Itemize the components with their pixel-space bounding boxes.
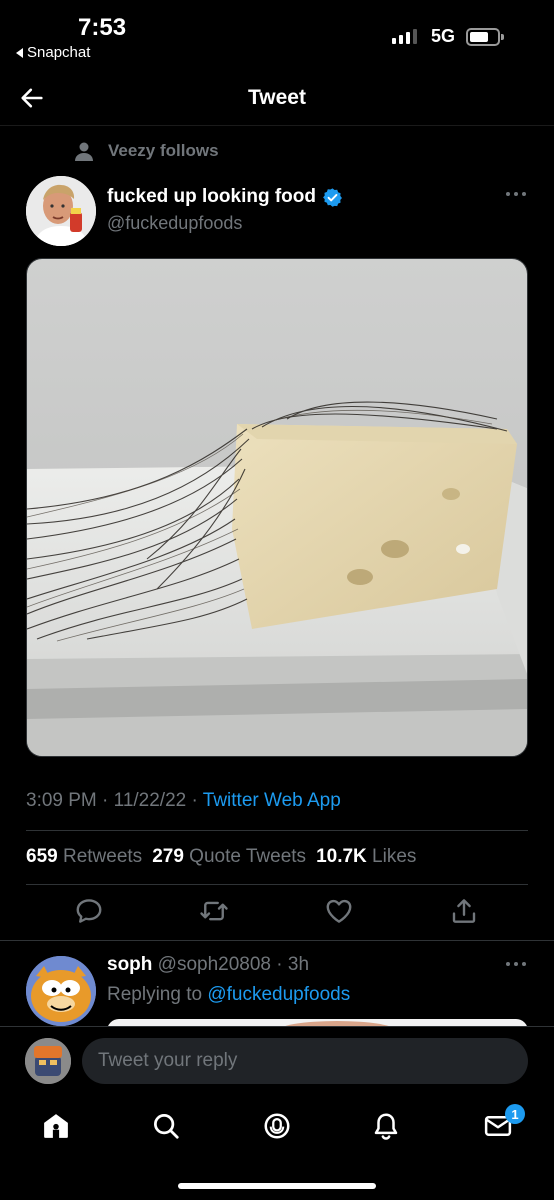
page-title: Tweet [248, 86, 306, 109]
like-heart-icon[interactable] [324, 896, 354, 926]
reply-age: 3h [287, 954, 310, 975]
share-icon[interactable] [449, 896, 479, 926]
retweet-icon[interactable] [199, 896, 229, 926]
retweets-count: 659 [26, 846, 58, 867]
reply-icon[interactable] [74, 896, 104, 926]
replying-to-prefix: Replying to [107, 984, 203, 1005]
chef-avatar-image [26, 176, 96, 246]
replying-to-handle[interactable]: @fuckedupfoods [207, 984, 350, 1005]
tweet-stats: 659 Retweets 279 Quote Tweets 10.7K Like… [26, 846, 416, 868]
quotes-count: 279 [152, 846, 184, 867]
divider [26, 884, 528, 885]
bell-icon [374, 1113, 398, 1140]
hairy-cheese-photo [27, 259, 527, 756]
tweet-date: 11/22/22 [113, 790, 187, 811]
social-context-label: Veezy follows [108, 141, 219, 160]
more-options-icon[interactable] [506, 192, 526, 196]
reply-author-handle[interactable]: @soph20808 [158, 954, 271, 975]
replying-to-line: Replying to @fuckedupfoods [107, 984, 350, 1006]
top-navigation-bar: Tweet [0, 70, 554, 126]
person-icon [75, 142, 93, 161]
reply-header: soph @soph20808 · 3h [107, 954, 310, 975]
reply-input[interactable] [82, 1038, 528, 1084]
home-indicator[interactable] [178, 1183, 376, 1189]
my-avatar[interactable] [25, 1038, 71, 1084]
tweet-actions [0, 896, 554, 930]
search-icon [154, 1114, 179, 1139]
verified-badge-icon [323, 187, 342, 207]
garfield-avatar-image [26, 956, 96, 1026]
likes-stat[interactable]: 10.7K Likes [316, 846, 416, 868]
author-avatar[interactable] [26, 176, 96, 246]
tweet-timestamp: 3:09 PM · 11/22/22 · Twitter Web App [26, 790, 341, 811]
social-context[interactable]: Veezy follows [74, 141, 219, 161]
author-name[interactable]: fucked up looking food [107, 186, 343, 208]
status-time: 7:53 [78, 14, 127, 41]
spaces-microphone-icon [264, 1113, 290, 1139]
tab-home[interactable] [36, 1106, 76, 1146]
reply-more-options-icon[interactable] [506, 962, 526, 966]
author-handle[interactable]: @fuckedupfoods [107, 213, 242, 234]
battery-icon [466, 28, 504, 46]
robot-avatar-image [25, 1038, 71, 1084]
retweets-stat[interactable]: 659 Retweets [26, 846, 142, 868]
back-to-app-link[interactable]: Snapchat [16, 44, 90, 61]
status-bar: 7:53 Snapchat 5G [0, 0, 554, 70]
tweet-media-image[interactable] [26, 258, 528, 757]
network-type: 5G [431, 26, 456, 46]
cellular-signal-icon [392, 28, 417, 44]
tweet-source-link[interactable]: Twitter Web App [203, 790, 341, 811]
tweet-time: 3:09 PM [26, 790, 97, 811]
retweets-label: Retweets [62, 846, 143, 867]
likes-count: 10.7K [316, 846, 367, 867]
reply-composer [0, 1026, 554, 1096]
divider [26, 830, 528, 831]
tab-notifications[interactable] [366, 1106, 406, 1146]
home-icon [44, 1114, 68, 1138]
likes-label: Likes [372, 846, 417, 867]
back-app-label: Snapchat [27, 44, 91, 61]
quotes-label: Quote Tweets [189, 846, 307, 867]
messages-badge: 1 [505, 1104, 525, 1124]
author-name-text: fucked up looking food [107, 186, 316, 207]
tab-spaces[interactable] [257, 1106, 297, 1146]
reply-author-avatar[interactable] [26, 956, 96, 1026]
back-triangle-icon [16, 47, 23, 58]
reply-author-name[interactable]: soph [107, 954, 152, 975]
tab-search[interactable] [146, 1106, 186, 1146]
divider [0, 940, 554, 941]
quote-tweets-stat[interactable]: 279 Quote Tweets [152, 846, 306, 868]
